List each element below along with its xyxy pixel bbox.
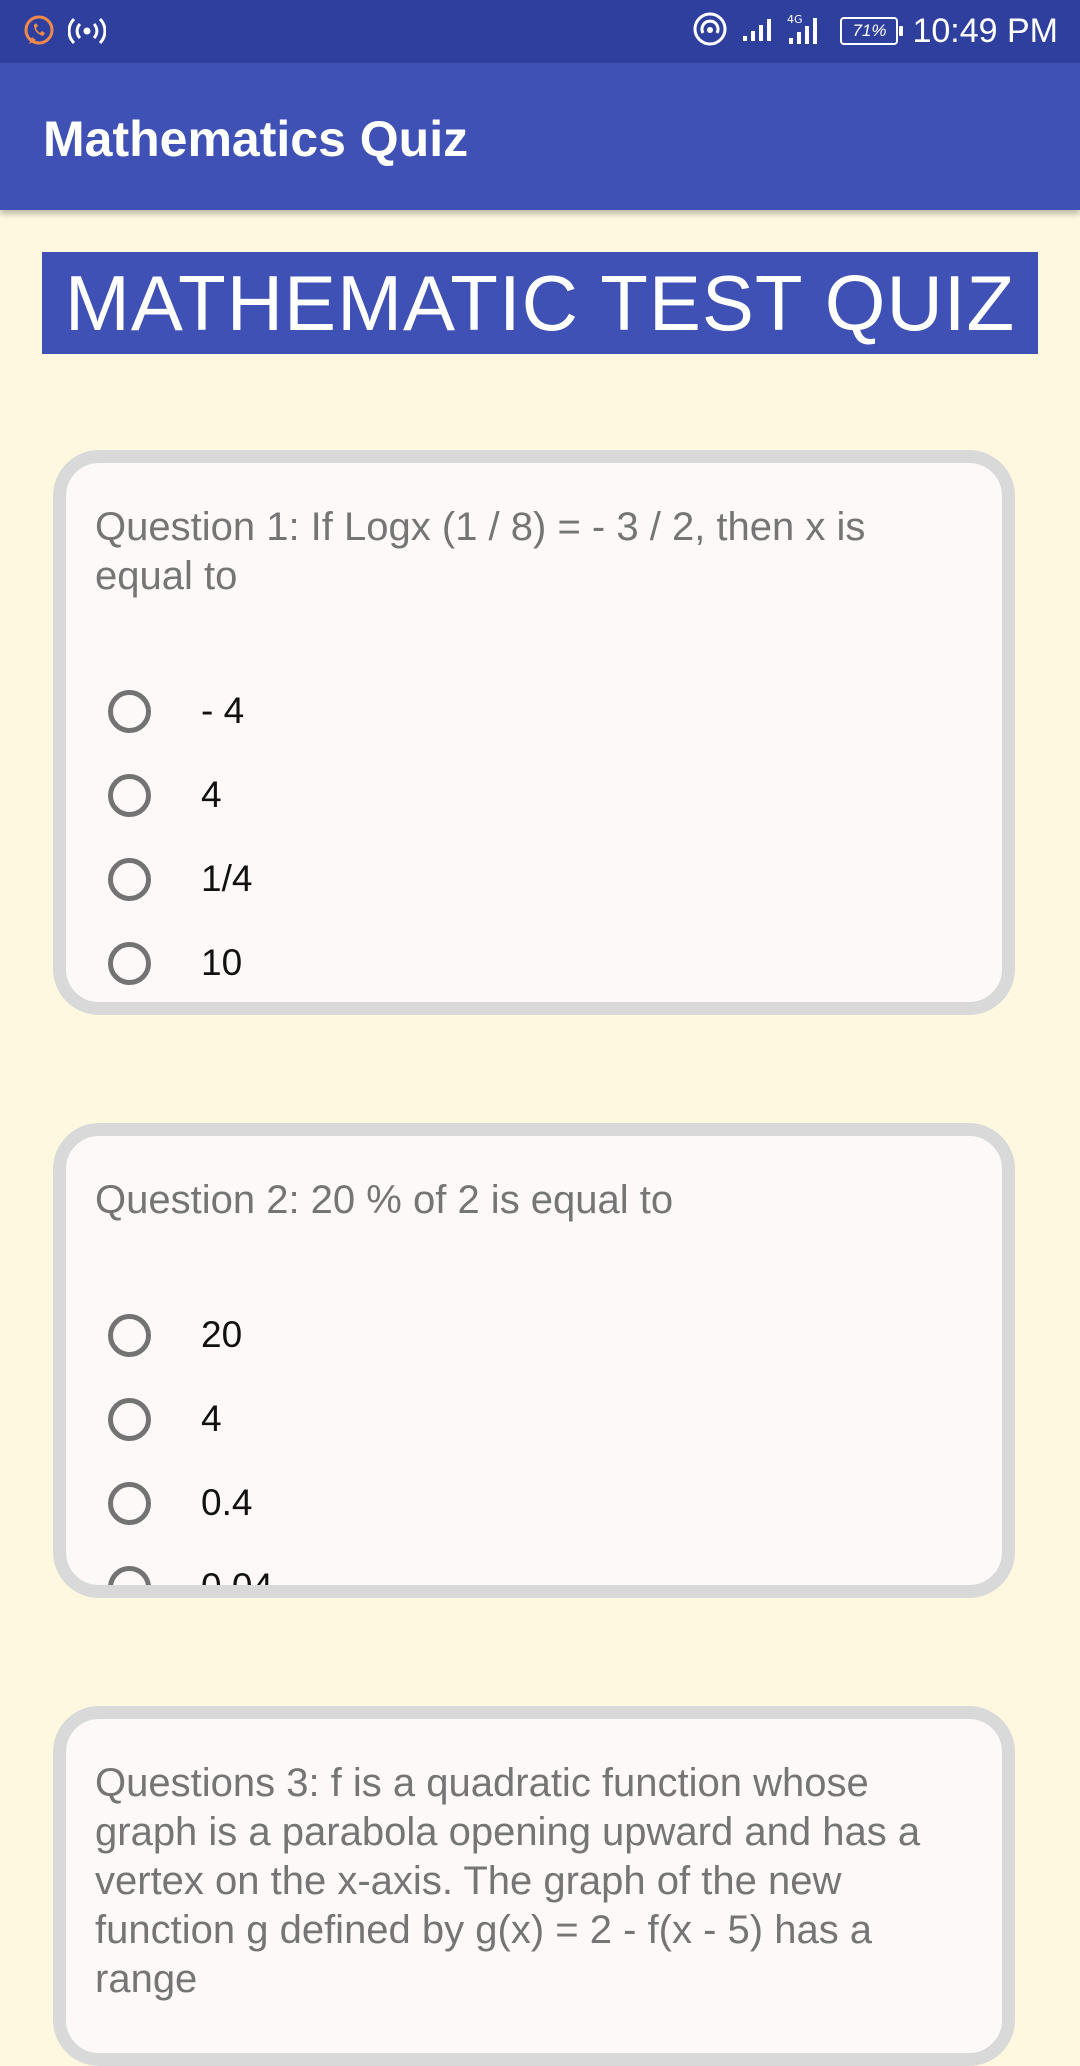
- app-bar: Mathematics Quiz: [0, 63, 1080, 210]
- option-item[interactable]: - 4: [108, 681, 244, 741]
- option-label: - 4: [201, 690, 245, 731]
- svg-text:4G: 4G: [787, 13, 803, 26]
- option-label: 4: [201, 1398, 222, 1439]
- status-time: 10:49 PM: [912, 12, 1058, 50]
- status-bar: 4G 71% 10:49 PM: [0, 0, 1080, 63]
- question-text: Questions 3: f is a quadratic function w…: [95, 1761, 921, 2001]
- option-item[interactable]: 20: [108, 1305, 242, 1365]
- question-card-1: Question 1: If Logx (1 / 8) = - 3 / 2, t…: [53, 450, 1015, 1015]
- option-label: 20: [201, 1314, 243, 1355]
- whatsapp-icon: [22, 14, 56, 53]
- option-item[interactable]: 10: [108, 933, 242, 993]
- question-card-2: Question 2: 20 % of 2 is equal to 20 4 0…: [53, 1123, 1015, 1598]
- option-label: 10: [201, 942, 243, 983]
- option-item[interactable]: 0.4: [108, 1473, 252, 1533]
- radio-button[interactable]: [108, 773, 151, 817]
- signal-icon: [742, 16, 772, 47]
- radio-button[interactable]: [108, 1481, 151, 1525]
- radio-button[interactable]: [108, 857, 151, 901]
- option-label: 4: [201, 774, 222, 815]
- question-text: Question 2: 20 % of 2 is equal to: [95, 1178, 674, 1222]
- option-label: 0.04: [201, 1566, 274, 1598]
- signal-4g-icon: 4G: [786, 12, 826, 51]
- option-item[interactable]: 4: [108, 765, 222, 825]
- radio-button[interactable]: [108, 689, 151, 733]
- radio-button[interactable]: [108, 941, 151, 985]
- radio-button[interactable]: [108, 1313, 151, 1357]
- question-text: Question 1: If Logx (1 / 8) = - 3 / 2, t…: [95, 505, 866, 598]
- option-label: 1/4: [201, 858, 253, 899]
- question-card-3: Questions 3: f is a quadratic function w…: [53, 1706, 1015, 2066]
- quiz-banner: MATHEMATIC TEST QUIZ: [42, 252, 1038, 354]
- radio-button[interactable]: [108, 1565, 151, 1585]
- option-item[interactable]: 4: [108, 1389, 222, 1449]
- hotspot-icon: [67, 16, 107, 51]
- option-item[interactable]: 0.04: [108, 1557, 274, 1598]
- option-label: 0.4: [201, 1482, 253, 1523]
- app-title: Mathematics Quiz: [43, 111, 469, 167]
- option-item[interactable]: 1/4: [108, 849, 252, 909]
- nfc-icon: [692, 11, 728, 52]
- radio-button[interactable]: [108, 1397, 151, 1441]
- battery-icon: 71%: [840, 17, 904, 45]
